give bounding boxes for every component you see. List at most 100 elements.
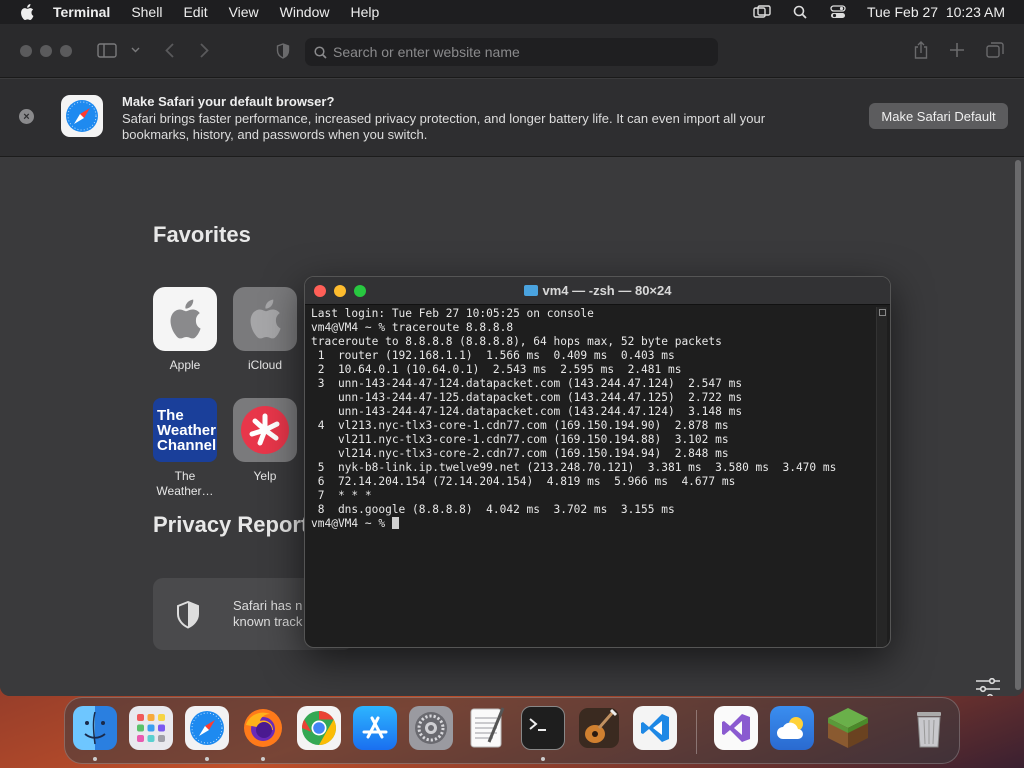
dock-firefox[interactable]	[241, 706, 285, 750]
terminal-cursor	[391, 517, 399, 529]
favorite-label: The Weather…	[156, 469, 214, 498]
terminal-line: traceroute to 8.8.8.8 (8.8.8.8), 64 hops…	[311, 335, 722, 348]
terminal-line: unn-143-244-47-125.datapacket.com (143.2…	[311, 391, 743, 404]
privacy-text-line: known track	[233, 614, 303, 629]
favorite-label: iCloud	[247, 358, 283, 372]
favorite-icloud[interactable]: iCloud	[230, 287, 300, 373]
menu-edit[interactable]: Edit	[183, 4, 207, 20]
terminal-line: unn-143-244-47-124.datapacket.com (143.2…	[311, 405, 743, 418]
minimize-window-button[interactable]	[40, 45, 52, 57]
shield-icon	[176, 600, 200, 634]
dock-chrome[interactable]	[297, 706, 341, 750]
dock-weather[interactable]	[770, 706, 814, 750]
default-browser-banner: × Make Safari your default browser? Safa…	[0, 79, 1024, 157]
dock-terminal[interactable]	[521, 706, 565, 750]
dock-vscode[interactable]	[633, 706, 677, 750]
weather-tile-text: The	[157, 406, 184, 424]
control-center-icon[interactable]	[829, 4, 847, 20]
terminal-output[interactable]: Last login: Tue Feb 27 10:05:25 on conso…	[311, 307, 871, 531]
terminal-titlebar[interactable]: vm4 — -zsh — 80×24	[305, 277, 890, 305]
terminal-line: 3 unn-143-244-47-124.datapacket.com (143…	[311, 377, 743, 390]
menu-view[interactable]: View	[229, 4, 259, 20]
terminal-line: 4 vl213.nyc-tlx3-core-1.cdn77.com (169.1…	[311, 419, 729, 432]
favorites-heading: Favorites	[153, 222, 251, 247]
terminal-line: 1 router (192.168.1.1) 1.566 ms 0.409 ms…	[311, 349, 675, 362]
terminal-line: 2 10.64.0.1 (10.64.0.1) 2.543 ms 2.595 m…	[311, 363, 682, 376]
dock-trash[interactable]	[907, 706, 951, 750]
terminal-title-text: vm4 — -zsh — 80×24	[542, 283, 672, 298]
scroll-marker-icon	[879, 309, 886, 316]
tab-overview-icon[interactable]	[985, 41, 1005, 59]
dock-app-store[interactable]	[353, 706, 397, 750]
apple-logo-icon	[153, 287, 217, 351]
chevron-down-icon[interactable]	[129, 44, 141, 56]
dock-system-settings[interactable]	[409, 706, 453, 750]
forward-icon[interactable]	[197, 41, 211, 59]
dock-finder[interactable]	[73, 706, 117, 750]
zoom-window-button[interactable]	[60, 45, 72, 57]
dock-launchpad[interactable]	[129, 706, 173, 750]
running-indicator	[205, 757, 209, 761]
terminal-line: vl214.nyc-tlx3-core-2.cdn77.com (169.150…	[311, 447, 729, 460]
terminal-prompt: vm4@VM4 ~ %	[311, 517, 392, 530]
dock-textedit[interactable]	[465, 706, 509, 750]
address-input[interactable]	[333, 44, 713, 60]
yelp-icon	[233, 398, 297, 462]
scrollbar[interactable]	[1015, 160, 1021, 690]
menu-bar: Terminal Shell Edit View Window Help Tue…	[0, 0, 1024, 24]
favorite-yelp[interactable]: Yelp	[230, 398, 300, 484]
terminal-scrollbar[interactable]	[876, 307, 887, 647]
favorite-weather-channel[interactable]: The Weather Channel The Weather…	[150, 398, 220, 499]
terminal-line: Last login: Tue Feb 27 10:05:25 on conso…	[311, 307, 594, 320]
menu-terminal[interactable]: Terminal	[53, 4, 110, 20]
make-safari-default-button[interactable]: Make Safari Default	[869, 103, 1008, 129]
folder-icon	[523, 285, 538, 296]
dock-visual-studio[interactable]	[714, 706, 758, 750]
new-tab-icon[interactable]	[948, 41, 966, 59]
terminal-line: 7 * * *	[311, 489, 372, 502]
running-indicator	[93, 757, 97, 761]
menu-window[interactable]: Window	[280, 4, 330, 20]
running-indicator	[541, 757, 545, 761]
back-icon[interactable]	[162, 41, 176, 59]
dock-safari[interactable]	[185, 706, 229, 750]
safari-toolbar	[0, 24, 1024, 78]
close-icon[interactable]: ×	[19, 109, 34, 124]
dock-garageband[interactable]	[577, 706, 621, 750]
safari-logo-icon	[61, 95, 103, 137]
dock-minecraft[interactable]	[826, 706, 870, 750]
favorite-label: Yelp	[253, 469, 277, 483]
weather-tile-text: Weather	[157, 421, 216, 439]
menubar-clock[interactable]: Tue Feb 27 10:23 AM	[867, 4, 1005, 20]
banner-description: Safari brings faster performance, increa…	[122, 111, 766, 142]
menu-shell[interactable]: Shell	[131, 4, 162, 20]
banner-title: Make Safari your default browser?	[122, 94, 335, 109]
spotlight-search-icon[interactable]	[791, 4, 809, 20]
dock	[64, 697, 960, 764]
terminal-line: vm4@VM4 ~ % traceroute 8.8.8.8	[311, 321, 514, 334]
privacy-text-line: Safari has n	[233, 598, 303, 613]
privacy-report-heading: Privacy Report	[153, 512, 309, 537]
screen-mirroring-icon[interactable]	[753, 4, 771, 20]
search-icon	[314, 45, 327, 59]
weather-tile-text: Channel	[157, 436, 217, 454]
terminal-window: vm4 — -zsh — 80×24 Last login: Tue Feb 2…	[304, 276, 891, 648]
favorite-label: Apple	[169, 358, 201, 372]
address-bar[interactable]	[305, 38, 718, 66]
terminal-line: 5 nyk-b8-link.ip.twelve99.net (213.248.7…	[311, 461, 837, 474]
apple-menu-icon[interactable]	[20, 4, 36, 20]
terminal-line: 8 dns.google (8.8.8.8) 4.042 ms 3.702 ms…	[311, 503, 675, 516]
customize-start-page-icon[interactable]	[975, 677, 1001, 696]
icloud-logo-icon	[233, 287, 297, 351]
favorite-apple[interactable]: Apple	[150, 287, 220, 373]
privacy-shield-icon[interactable]	[275, 42, 291, 60]
terminal-line: 6 72.14.204.154 (72.14.204.154) 4.819 ms…	[311, 475, 736, 488]
close-window-button[interactable]	[20, 45, 32, 57]
sidebar-toggle-icon[interactable]	[96, 41, 118, 59]
dock-separator	[696, 710, 697, 754]
menu-help[interactable]: Help	[350, 4, 379, 20]
terminal-title: vm4 — -zsh — 80×24	[305, 283, 890, 298]
running-indicator	[261, 757, 265, 761]
share-icon[interactable]	[912, 40, 930, 60]
privacy-summary: Safari has n known track	[233, 598, 302, 630]
